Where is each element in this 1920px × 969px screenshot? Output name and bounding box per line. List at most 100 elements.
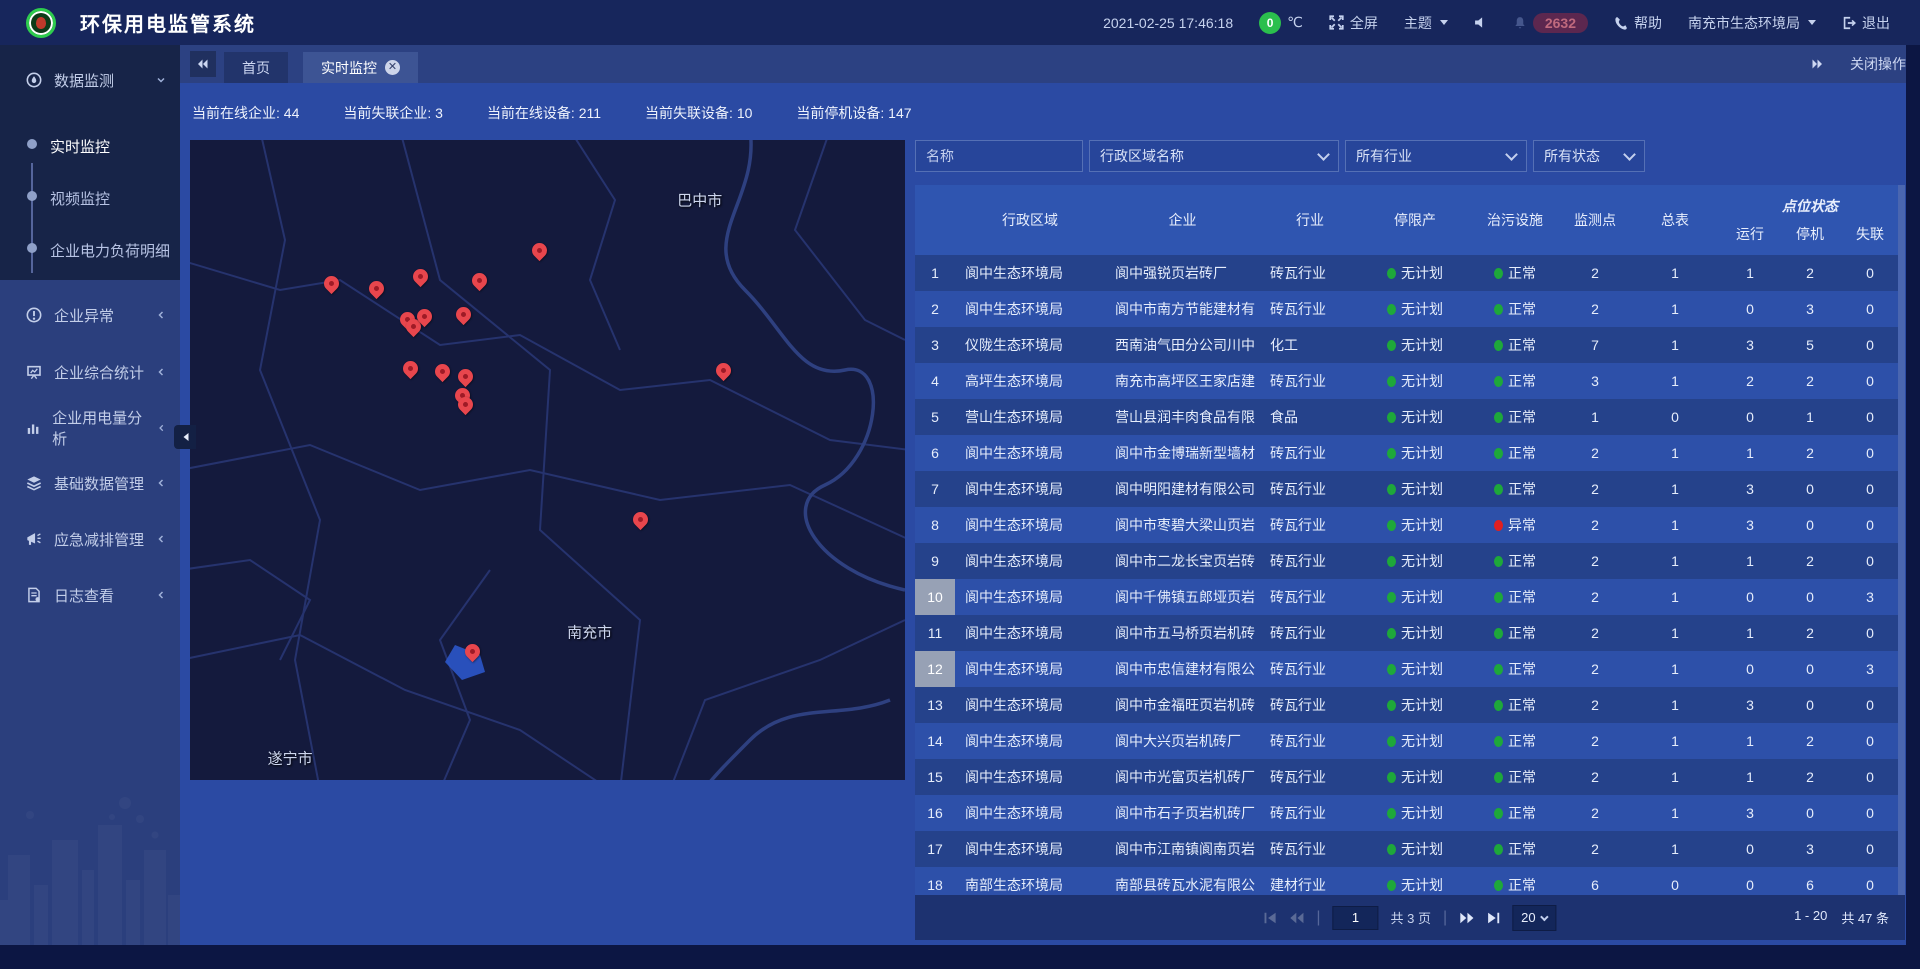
map-marker[interactable] bbox=[417, 309, 433, 325]
col-industry[interactable]: 行业 bbox=[1260, 185, 1360, 255]
cell-production-status: 无计划 bbox=[1360, 723, 1470, 759]
col-production[interactable]: 停限产 bbox=[1360, 185, 1470, 255]
table-row[interactable]: 3 仪陇生态环境局 西南油气田分公司川中 化工 无计划 正常 7 1 3 5 0 bbox=[915, 327, 1905, 363]
table-row[interactable]: 15 阆中生态环境局 阆中市光富页岩机砖厂 砖瓦行业 无计划 正常 2 1 1 … bbox=[915, 759, 1905, 795]
theme-dropdown[interactable]: 主题 bbox=[1404, 13, 1448, 33]
status-dot-icon bbox=[1387, 844, 1396, 855]
map-marker[interactable] bbox=[458, 397, 474, 413]
status-dot-icon bbox=[1494, 304, 1503, 315]
map-marker[interactable] bbox=[716, 363, 732, 379]
fullscreen-button[interactable]: 全屏 bbox=[1329, 13, 1378, 33]
cell-points: 2 bbox=[1560, 651, 1630, 687]
col-stopped[interactable]: 停机 bbox=[1780, 224, 1840, 244]
cell-running: 1 bbox=[1720, 435, 1780, 471]
cell-points: 2 bbox=[1560, 291, 1630, 327]
table-row[interactable]: 14 阆中生态环境局 阆中大兴页岩机砖厂 砖瓦行业 无计划 正常 2 1 1 2… bbox=[915, 723, 1905, 759]
table-row[interactable]: 17 阆中生态环境局 阆中市江南镇阆南页岩 砖瓦行业 无计划 正常 2 1 0 … bbox=[915, 831, 1905, 867]
map-marker[interactable] bbox=[465, 644, 481, 660]
cell-stopped: 1 bbox=[1780, 399, 1840, 435]
table-row[interactable]: 11 阆中生态环境局 阆中市五马桥页岩机砖 砖瓦行业 无计划 正常 2 1 1 … bbox=[915, 615, 1905, 651]
page-number-input[interactable] bbox=[1333, 906, 1379, 930]
sidebar-item-emergency-reduction[interactable]: 应急减排管理 bbox=[0, 519, 180, 559]
close-operations-button[interactable]: 关闭操作 bbox=[1850, 54, 1906, 74]
cell-facility-status: 正常 bbox=[1470, 363, 1560, 399]
col-meters[interactable]: 总表 bbox=[1630, 185, 1720, 255]
name-search-input[interactable] bbox=[915, 140, 1083, 172]
map-marker[interactable] bbox=[532, 243, 548, 259]
help-button[interactable]: 帮助 bbox=[1614, 13, 1662, 33]
row-index: 1 bbox=[915, 255, 955, 291]
status-dot-icon bbox=[1494, 592, 1503, 603]
cell-lost: 3 bbox=[1840, 651, 1900, 687]
notifications[interactable]: 2632 bbox=[1513, 13, 1588, 33]
map-marker[interactable] bbox=[413, 269, 429, 285]
sidebar-item-realtime-monitoring[interactable]: 实时监控 bbox=[50, 136, 110, 157]
table-row[interactable]: 2 阆中生态环境局 阆中市南方节能建材有 砖瓦行业 无计划 正常 2 1 0 3… bbox=[915, 291, 1905, 327]
map-marker[interactable] bbox=[633, 512, 649, 528]
table-row[interactable]: 13 阆中生态环境局 阆中市金福旺页岩机砖 砖瓦行业 无计划 正常 2 1 3 … bbox=[915, 687, 1905, 723]
map-marker[interactable] bbox=[369, 281, 385, 297]
col-lost[interactable]: 失联 bbox=[1840, 224, 1900, 244]
tab-close-icon[interactable]: ✕ bbox=[385, 60, 400, 75]
next-page-button[interactable] bbox=[1459, 912, 1474, 924]
sidebar-item-data-monitoring[interactable]: 数据监测 bbox=[0, 60, 180, 100]
cell-production-status: 无计划 bbox=[1360, 651, 1470, 687]
chevron-down-icon bbox=[1505, 148, 1518, 161]
region-select[interactable]: 行政区域名称 bbox=[1089, 140, 1339, 172]
cell-points: 1 bbox=[1560, 399, 1630, 435]
exit-button[interactable]: 退出 bbox=[1842, 13, 1890, 33]
sidebar-item-video-monitoring[interactable]: 视频监控 bbox=[50, 188, 110, 209]
sidebar-item-log-viewer[interactable]: 日志查看 bbox=[0, 575, 180, 615]
table-row[interactable]: 1 阆中生态环境局 阆中强锐页岩砖厂 砖瓦行业 无计划 正常 2 1 1 2 0 bbox=[915, 255, 1905, 291]
table-row[interactable]: 10 阆中生态环境局 阆中千佛镇五郎垭页岩 砖瓦行业 无计划 正常 2 1 0 … bbox=[915, 579, 1905, 615]
table-row[interactable]: 9 阆中生态环境局 阆中市二龙长宝页岩砖 砖瓦行业 无计划 正常 2 1 1 2… bbox=[915, 543, 1905, 579]
tabs-scroll-left-button[interactable] bbox=[190, 51, 216, 77]
map-canvas[interactable]: 巴中市南充市遂宁市 bbox=[190, 140, 905, 780]
table-row[interactable]: 4 高坪生态环境局 南充市高坪区王家店建 砖瓦行业 无计划 正常 3 1 2 2… bbox=[915, 363, 1905, 399]
sidebar-item-power-load-detail[interactable]: 企业电力负荷明细 bbox=[50, 240, 170, 261]
col-points[interactable]: 监测点 bbox=[1560, 185, 1630, 255]
first-page-button[interactable] bbox=[1263, 912, 1277, 924]
sidebar-item-enterprise-statistics[interactable]: 企业综合统计 bbox=[0, 352, 180, 392]
status-select[interactable]: 所有状态 bbox=[1533, 140, 1645, 172]
col-region[interactable]: 行政区域 bbox=[955, 185, 1105, 255]
table-row[interactable]: 8 阆中生态环境局 阆中市枣碧大梁山页岩 砖瓦行业 无计划 异常 2 1 3 0… bbox=[915, 507, 1905, 543]
cell-company: 营山县润丰肉食品有限 bbox=[1105, 399, 1260, 435]
table-scrollbar[interactable] bbox=[1898, 185, 1905, 895]
table-row[interactable]: 5 营山生态环境局 营山县润丰肉食品有限 食品 无计划 正常 1 0 0 1 0 bbox=[915, 399, 1905, 435]
prev-page-button[interactable] bbox=[1289, 912, 1304, 924]
col-facility[interactable]: 治污设施 bbox=[1470, 185, 1560, 255]
map-marker[interactable] bbox=[435, 364, 451, 380]
map-marker[interactable] bbox=[458, 369, 474, 385]
sidebar-collapse-button[interactable] bbox=[174, 425, 196, 449]
map-marker[interactable] bbox=[472, 273, 488, 289]
last-page-button[interactable] bbox=[1486, 912, 1500, 924]
cell-stopped: 0 bbox=[1780, 651, 1840, 687]
mute-button[interactable] bbox=[1474, 16, 1487, 29]
industry-select[interactable]: 所有行业 bbox=[1345, 140, 1527, 172]
cell-running: 0 bbox=[1720, 867, 1780, 895]
sidebar-item-base-data-management[interactable]: 基础数据管理 bbox=[0, 463, 180, 503]
org-dropdown[interactable]: 南充市生态环境局 bbox=[1688, 13, 1816, 33]
map-marker[interactable] bbox=[324, 276, 340, 292]
tab-home[interactable]: 首页 bbox=[224, 52, 288, 83]
status-dot-icon bbox=[1494, 880, 1503, 891]
phone-icon bbox=[1614, 16, 1628, 30]
table-row[interactable]: 16 阆中生态环境局 阆中市石子页岩机砖厂 砖瓦行业 无计划 正常 2 1 3 … bbox=[915, 795, 1905, 831]
sidebar-item-power-usage-analysis[interactable]: 企业用电量分析 bbox=[0, 408, 180, 448]
table-row[interactable]: 12 阆中生态环境局 阆中市忠信建材有限公 砖瓦行业 无计划 正常 2 1 0 … bbox=[915, 651, 1905, 687]
map-marker[interactable] bbox=[403, 361, 419, 377]
table-row[interactable]: 18 南部生态环境局 南部县砖瓦水泥有限公 建材行业 无计划 正常 6 0 0 … bbox=[915, 867, 1905, 895]
table-row[interactable]: 6 阆中生态环境局 阆中市金博瑞新型墙材 砖瓦行业 无计划 正常 2 1 1 2… bbox=[915, 435, 1905, 471]
double-chevron-right-icon[interactable] bbox=[1810, 58, 1824, 70]
cell-lost: 0 bbox=[1840, 327, 1900, 363]
col-company[interactable]: 企业 bbox=[1105, 185, 1260, 255]
cell-production-status: 无计划 bbox=[1360, 615, 1470, 651]
sidebar-item-enterprise-anomaly[interactable]: 企业异常 bbox=[0, 295, 180, 335]
page-size-select[interactable]: 20 bbox=[1512, 905, 1556, 931]
map-marker[interactable] bbox=[456, 307, 472, 323]
cell-company: 阆中市二龙长宝页岩砖 bbox=[1105, 543, 1260, 579]
tab-realtime-monitoring[interactable]: 实时监控 ✕ bbox=[303, 52, 418, 83]
table-row[interactable]: 7 阆中生态环境局 阆中明阳建材有限公司 砖瓦行业 无计划 正常 2 1 3 0… bbox=[915, 471, 1905, 507]
col-running[interactable]: 运行 bbox=[1720, 224, 1780, 244]
